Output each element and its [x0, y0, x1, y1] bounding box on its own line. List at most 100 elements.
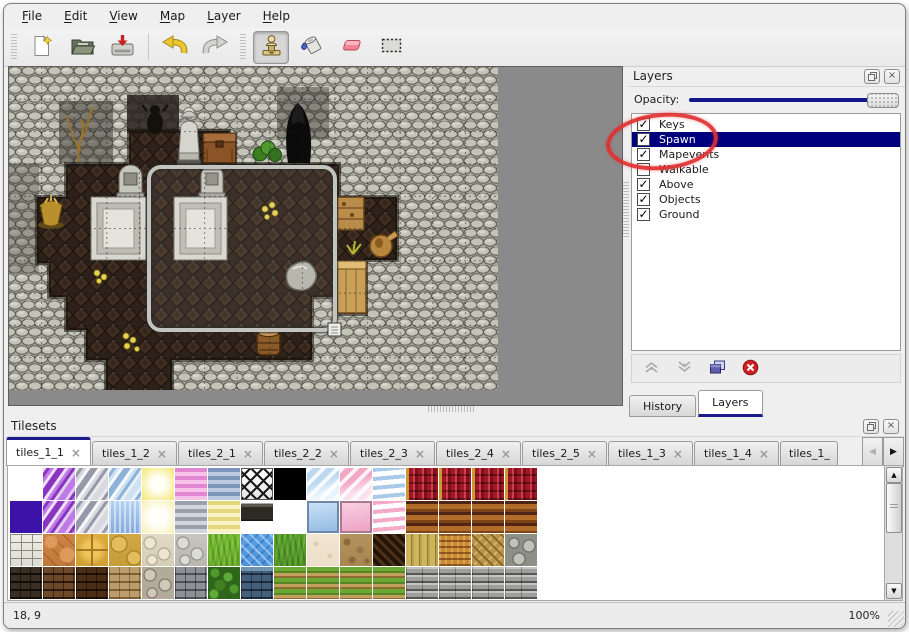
- tile-crystal-gray[interactable]: [76, 468, 108, 500]
- tile-flagstone-orange[interactable]: [43, 534, 75, 566]
- tile-planks-gray[interactable]: [505, 567, 537, 599]
- layer-visibility-checkbox[interactable]: ✓: [637, 133, 650, 146]
- tile-water-crystal[interactable]: [109, 501, 141, 533]
- tile-curtain-red[interactable]: [406, 468, 438, 500]
- tileset-tab-tiles_1_4[interactable]: tiles_1_4×: [694, 441, 779, 465]
- menu-file[interactable]: File: [12, 7, 52, 25]
- tile-hedge-green[interactable]: [208, 567, 240, 599]
- tile-bamboo[interactable]: [406, 534, 438, 566]
- tab-close-icon[interactable]: ×: [329, 449, 339, 459]
- layer-row-spawn[interactable]: ✓Spawn: [632, 132, 900, 147]
- layer-row-above[interactable]: ✓Above: [632, 177, 900, 192]
- tab-close-icon[interactable]: ×: [673, 449, 683, 459]
- tile-beam-brown[interactable]: [439, 501, 471, 533]
- tile-cobble-yellow[interactable]: [109, 534, 141, 566]
- tileset-tab-tiles_2_4[interactable]: tiles_2_4×: [436, 441, 521, 465]
- tile-stripes-gray[interactable]: [175, 501, 207, 533]
- tile-empty[interactable]: [10, 468, 42, 500]
- palette-scrollbar[interactable]: ▲ ▼: [884, 466, 902, 600]
- tile-sign-dark[interactable]: [241, 501, 273, 533]
- layer-row-ground[interactable]: ✓Ground: [632, 207, 900, 222]
- tile-beam-brown[interactable]: [505, 501, 537, 533]
- tile-beam-brown[interactable]: [406, 501, 438, 533]
- eraser-tool-button[interactable]: [333, 31, 369, 64]
- close-panel-icon[interactable]: ×: [883, 419, 899, 434]
- tile-crystal-gray[interactable]: [76, 501, 108, 533]
- delete-layer-button[interactable]: [741, 360, 759, 378]
- tileset-tab-tiles_1[interactable]: tiles_1_: [780, 441, 838, 465]
- duplicate-layer-button[interactable]: [708, 360, 726, 378]
- stamp-tool-button[interactable]: [253, 31, 289, 64]
- tab-close-icon[interactable]: ×: [157, 449, 167, 459]
- tile-brick-tan[interactable]: [109, 567, 141, 599]
- tile-pebble-beige[interactable]: [142, 534, 174, 566]
- close-panel-icon[interactable]: ×: [884, 69, 900, 84]
- map-canvas[interactable]: [9, 67, 498, 390]
- tile-stone-blocks[interactable]: [10, 534, 42, 566]
- new-file-button[interactable]: [24, 31, 60, 64]
- menu-view[interactable]: View: [99, 7, 147, 25]
- tile-panel-blue[interactable]: [307, 501, 339, 533]
- tile-crystal-purple[interactable]: [43, 501, 75, 533]
- tile-pebble-gray[interactable]: [175, 534, 207, 566]
- toolbar-grip[interactable]: [240, 34, 246, 60]
- tile-crystal-purple[interactable]: [43, 468, 75, 500]
- dock-tab-layers[interactable]: Layers: [698, 390, 762, 417]
- tileset-tab-tiles_2_3[interactable]: tiles_2_3×: [350, 441, 435, 465]
- horizontal-splitter-grip[interactable]: [428, 406, 476, 412]
- layer-visibility-checkbox[interactable]: ✓: [637, 118, 650, 131]
- menu-help[interactable]: Help: [253, 7, 300, 25]
- tile-brick-dark[interactable]: [10, 567, 42, 599]
- scroll-down-icon[interactable]: ▼: [886, 583, 902, 599]
- tile-stripes-yellow[interactable]: [208, 501, 240, 533]
- tileset-tab-tiles_2_5[interactable]: tiles_2_5×: [522, 441, 607, 465]
- selection-resize-handle[interactable]: [328, 323, 341, 336]
- tile-curtain-red[interactable]: [505, 468, 537, 500]
- layer-visibility-checkbox[interactable]: ✓: [637, 148, 650, 161]
- toolbar-grip[interactable]: [11, 34, 17, 60]
- select-tool-button[interactable]: [373, 31, 409, 64]
- tile-herringbone[interactable]: [472, 534, 504, 566]
- tile-crystal-blue2[interactable]: [307, 468, 339, 500]
- scroll-tabs-left-icon[interactable]: ◀: [862, 437, 883, 467]
- tile-grass-green[interactable]: [274, 534, 306, 566]
- tile-brick-darkbrown[interactable]: [76, 567, 108, 599]
- tile-path-grass[interactable]: [274, 567, 306, 599]
- tile-logs-gray[interactable]: [505, 534, 537, 566]
- tab-close-icon[interactable]: ×: [587, 449, 597, 459]
- tileset-tab-tiles_2_1[interactable]: tiles_2_1×: [178, 441, 263, 465]
- layer-visibility-checkbox[interactable]: ✓: [637, 208, 650, 221]
- menu-layer[interactable]: Layer: [197, 7, 250, 25]
- tab-close-icon[interactable]: ×: [243, 449, 253, 459]
- tile-stripes-pink[interactable]: [175, 468, 207, 500]
- tile-crystal-pink[interactable]: [340, 468, 372, 500]
- tile-tile-yellow[interactable]: [76, 534, 108, 566]
- tileset-tab-tiles_1_3[interactable]: tiles_1_3×: [608, 441, 693, 465]
- layer-row-mapevents[interactable]: ✓Mapevents: [632, 147, 900, 162]
- tile-empty[interactable]: [274, 501, 306, 533]
- tile-brick-brown[interactable]: [43, 567, 75, 599]
- dock-tab-history[interactable]: History: [629, 395, 696, 417]
- tile-water-blue[interactable]: [241, 534, 273, 566]
- menu-edit[interactable]: Edit: [54, 7, 97, 25]
- map-viewport[interactable]: [8, 66, 623, 406]
- tile-lattice[interactable]: [241, 468, 273, 500]
- tile-glow-yellow[interactable]: [142, 468, 174, 500]
- tile-planks-gray[interactable]: [406, 567, 438, 599]
- tile-planks-gray[interactable]: [439, 567, 471, 599]
- tab-close-icon[interactable]: ×: [71, 448, 81, 458]
- tileset-tab-tiles_2_2[interactable]: tiles_2_2×: [264, 441, 349, 465]
- tab-close-icon[interactable]: ×: [415, 449, 425, 459]
- tile-path-grass[interactable]: [373, 567, 405, 599]
- tile-path-grass[interactable]: [307, 567, 339, 599]
- scroll-up-icon[interactable]: ▲: [886, 467, 902, 483]
- open-file-button[interactable]: [64, 31, 100, 64]
- layer-row-walkable[interactable]: Walkable: [632, 162, 900, 177]
- tile-beam-brown[interactable]: [472, 501, 504, 533]
- tileset-tab-tiles_1_1[interactable]: tiles_1_1×: [6, 437, 91, 465]
- tileset-tab-tiles_1_2[interactable]: tiles_1_2×: [92, 441, 177, 465]
- tile-dirt-rocks[interactable]: [340, 534, 372, 566]
- save-file-button[interactable]: [104, 31, 140, 64]
- opacity-slider-handle[interactable]: [867, 93, 899, 108]
- layer-visibility-checkbox[interactable]: ✓: [637, 178, 650, 191]
